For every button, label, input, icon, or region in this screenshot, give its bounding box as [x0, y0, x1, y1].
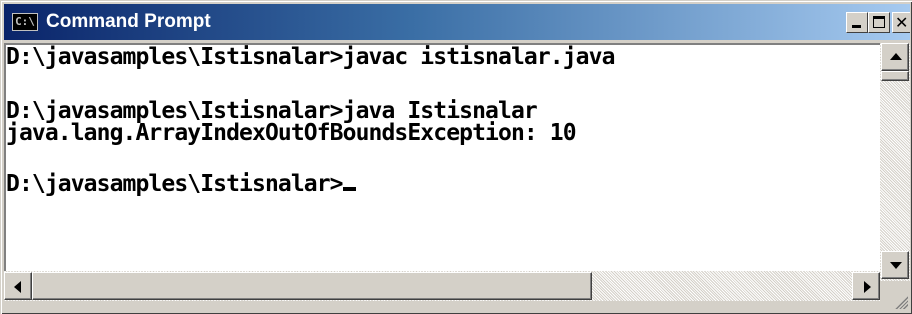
title-bar[interactable]: C:\ Command Prompt ✕: [4, 4, 910, 40]
text-cursor: [342, 187, 356, 191]
resize-grip-icon[interactable]: [892, 293, 908, 309]
resize-corner[interactable]: [880, 281, 910, 311]
window-title: Command Prompt: [46, 11, 211, 32]
console-output[interactable]: D:\javasamples\Istisnalar>javac istisnal…: [4, 43, 880, 271]
prompt-text: D:\javasamples\Istisnalar>: [6, 171, 344, 197]
command-prompt-window: C:\ Command Prompt ✕ D:\javasamples\Isti…: [0, 0, 912, 314]
prompt-line[interactable]: D:\javasamples\Istisnalar>: [6, 171, 356, 197]
scroll-left-button[interactable]: [4, 272, 32, 300]
horizontal-scroll-thumb[interactable]: [32, 272, 592, 300]
console-line-1: D:\javasamples\Istisnalar>javac istisnal…: [6, 44, 615, 70]
scroll-right-button[interactable]: [852, 272, 880, 300]
arrow-left-icon: [14, 281, 21, 293]
maximize-button[interactable]: [868, 12, 890, 33]
minimize-button[interactable]: [846, 12, 868, 33]
vertical-scroll-thumb[interactable]: [881, 71, 909, 81]
close-icon: ✕: [895, 13, 909, 32]
maximize-icon: [873, 16, 885, 28]
arrow-up-icon: [890, 53, 902, 60]
scroll-down-button[interactable]: [881, 251, 909, 279]
console-line-4: java.lang.ArrayIndexOutOfBoundsException…: [6, 120, 577, 146]
horizontal-scrollbar[interactable]: [4, 271, 880, 301]
minimize-icon: [852, 25, 861, 28]
arrow-right-icon: [864, 281, 871, 293]
scroll-up-button[interactable]: [881, 43, 909, 71]
arrow-down-icon: [890, 262, 902, 269]
console-icon[interactable]: C:\: [12, 13, 38, 31]
close-button[interactable]: ✕: [892, 12, 910, 33]
vertical-scrollbar[interactable]: [880, 43, 910, 281]
